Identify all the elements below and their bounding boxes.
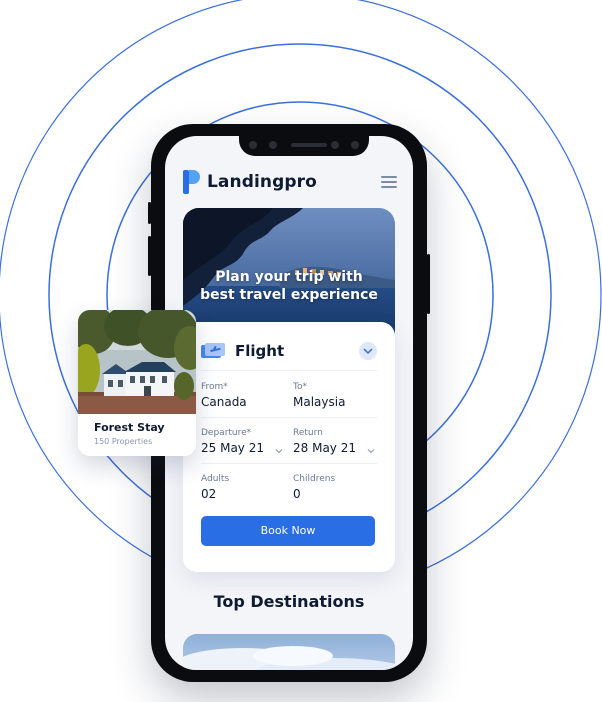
to-label: To* <box>293 382 307 392</box>
property-card-subtitle: 150 Properties <box>94 437 153 446</box>
divider <box>201 417 377 418</box>
phone-power-button <box>427 254 430 314</box>
divider <box>201 463 377 464</box>
childrens-value[interactable]: 0 <box>293 487 375 501</box>
landingpro-logo-icon[interactable] <box>183 170 201 194</box>
flight-card-title: Flight <box>235 342 285 360</box>
phone-screen: Landingpro Plan your trip with best trav… <box>165 136 413 670</box>
book-now-button[interactable]: Book Now <box>201 516 375 546</box>
property-card-title: Forest Stay <box>94 421 165 434</box>
forest-stay-card[interactable]: Forest Stay 150 Properties <box>78 310 196 456</box>
childrens-field[interactable]: Childrens 0 <box>293 474 375 501</box>
destination-card-image[interactable] <box>183 634 395 670</box>
flight-card-header: Flight <box>201 340 377 364</box>
phone-mute-button <box>148 202 151 224</box>
departure-field[interactable]: Departure* 25 May 21 <box>201 428 283 455</box>
departure-value[interactable]: 25 May 21 <box>201 441 283 455</box>
return-field[interactable]: Return 28 May 21 <box>293 428 375 455</box>
top-destinations-title: Top Destinations <box>213 592 365 611</box>
forest-house-image <box>78 310 196 414</box>
adults-label: Adults <box>201 474 230 484</box>
adults-field[interactable]: Adults 02 <box>201 474 283 501</box>
divider <box>201 370 377 371</box>
return-label: Return <box>293 428 323 438</box>
from-value[interactable]: Canada <box>201 395 283 409</box>
return-value[interactable]: 28 May 21 <box>293 441 375 455</box>
hero-title-line-2: best travel experience <box>200 287 378 303</box>
brand-name[interactable]: Landingpro <box>207 172 317 192</box>
to-field[interactable]: To* Malaysia <box>293 382 375 409</box>
return-chevron-down-icon[interactable] <box>367 448 375 454</box>
flight-search-card: Flight From* Canada To* Malaysia Departu… <box>183 322 395 572</box>
hero-title: Plan your trip with best travel experien… <box>183 268 395 304</box>
phone-volume-up-button <box>148 236 151 276</box>
app-header: Landingpro <box>183 170 397 196</box>
adults-value[interactable]: 02 <box>201 487 283 501</box>
departure-chevron-down-icon[interactable] <box>275 448 283 454</box>
hamburger-menu-icon[interactable] <box>381 176 397 190</box>
to-value[interactable]: Malaysia <box>293 395 375 409</box>
from-field[interactable]: From* Canada <box>201 382 283 409</box>
childrens-label: Childrens <box>293 474 336 484</box>
chevron-down-icon[interactable] <box>359 342 377 360</box>
flight-ticket-icon <box>201 343 225 358</box>
hero-title-line-1: Plan your trip with <box>215 269 363 285</box>
from-label: From* <box>201 382 228 392</box>
phone-notch <box>239 136 369 156</box>
departure-label: Departure* <box>201 428 252 438</box>
